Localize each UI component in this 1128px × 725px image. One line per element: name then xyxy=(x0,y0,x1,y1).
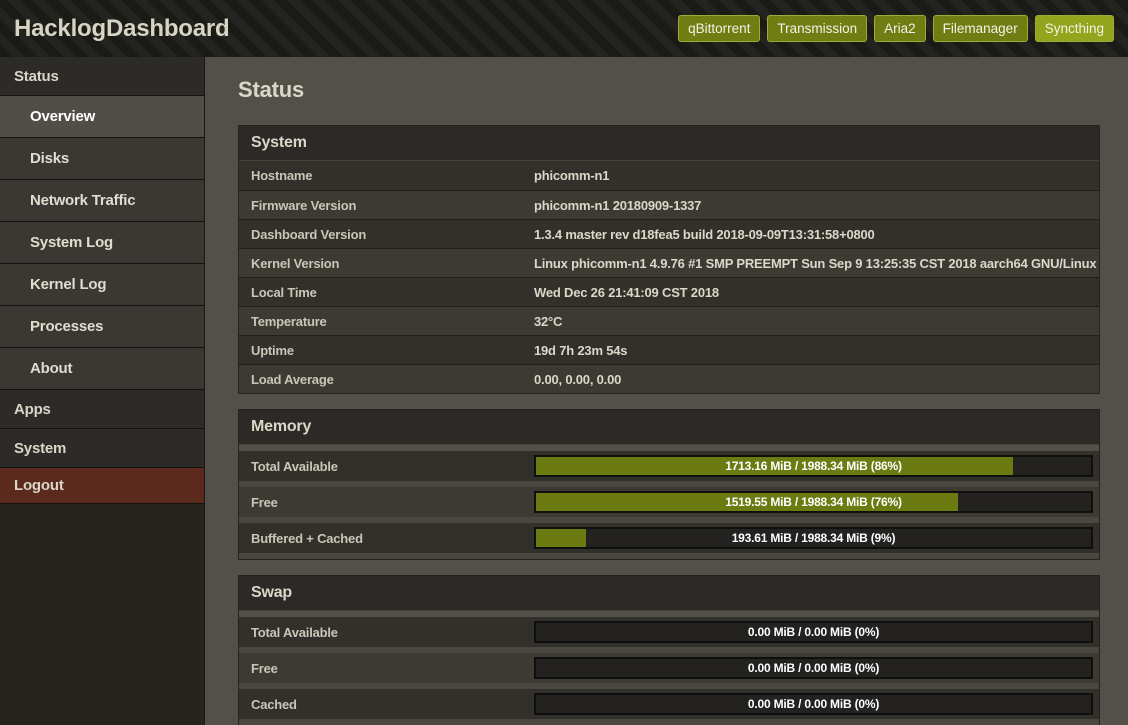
sidebar-item-system[interactable]: System xyxy=(0,429,204,468)
row-label: Dashboard Version xyxy=(239,227,534,242)
row-label: Buffered + Cached xyxy=(239,531,534,546)
row-label: Uptime xyxy=(239,343,534,358)
app-button-aria2[interactable]: Aria2 xyxy=(874,15,926,42)
bar-row: Total Available1713.16 MiB / 1988.34 MiB… xyxy=(239,451,1099,481)
app-button-transmission[interactable]: Transmission xyxy=(767,15,867,42)
table-row: Firmware Versionphicomm-n1 20180909-1337 xyxy=(239,190,1099,219)
row-value: 19d 7h 23m 54s xyxy=(534,343,1099,358)
app-button-filemanager[interactable]: Filemanager xyxy=(933,15,1028,42)
sidebar-item-apps[interactable]: Apps xyxy=(0,390,204,429)
row-label: Firmware Version xyxy=(239,198,534,213)
table-row: Load Average0.00, 0.00, 0.00 xyxy=(239,364,1099,393)
swap-panel-title: Swap xyxy=(239,576,1099,611)
app-root: HacklogDashboard qBittorrent Transmission… xyxy=(0,0,1128,725)
progress-bar: 0.00 MiB / 0.00 MiB (0%) xyxy=(534,693,1093,715)
system-panel-title: System xyxy=(239,126,1099,161)
row-label: Kernel Version xyxy=(239,256,534,271)
progress-bar: 1713.16 MiB / 1988.34 MiB (86%) xyxy=(534,455,1093,477)
app-button-syncthing[interactable]: Syncthing xyxy=(1035,15,1114,42)
sidebar-item-status[interactable]: Status xyxy=(0,57,204,96)
row-value: 32°C xyxy=(534,314,1099,329)
app-shortcut-buttons: qBittorrent Transmission Aria2 Filemanager S… xyxy=(678,15,1114,42)
memory-panel-title: Memory xyxy=(239,410,1099,445)
row-label: Temperature xyxy=(239,314,534,329)
sidebar-item-kernel-log[interactable]: Kernel Log xyxy=(0,264,204,306)
row-label: Total Available xyxy=(239,459,534,474)
memory-bars: Total Available1713.16 MiB / 1988.34 MiB… xyxy=(239,451,1099,559)
sidebar-item-processes[interactable]: Processes xyxy=(0,306,204,348)
bar-row: Cached0.00 MiB / 0.00 MiB (0%) xyxy=(239,689,1099,719)
row-value: Linux phicomm-n1 4.9.76 #1 SMP PREEMPT S… xyxy=(534,256,1099,271)
app-title: HacklogDashboard xyxy=(14,15,230,43)
sidebar: StatusOverviewDisksNetwork TrafficSystem… xyxy=(0,57,205,725)
bar-row: Total Available0.00 MiB / 0.00 MiB (0%) xyxy=(239,617,1099,647)
page-title: Status xyxy=(238,77,1100,103)
row-label: Load Average xyxy=(239,372,534,387)
row-label: Cached xyxy=(239,697,534,712)
progress-text: 0.00 MiB / 0.00 MiB (0%) xyxy=(536,695,1091,713)
swap-bars: Total Available0.00 MiB / 0.00 MiB (0%)F… xyxy=(239,617,1099,725)
bar-row: Free1519.55 MiB / 1988.34 MiB (76%) xyxy=(239,487,1099,517)
table-row: Hostnamephicomm-n1 xyxy=(239,161,1099,190)
sidebar-item-network-traffic[interactable]: Network Traffic xyxy=(0,180,204,222)
row-label: Total Available xyxy=(239,625,534,640)
row-label: Free xyxy=(239,495,534,510)
sidebar-item-about[interactable]: About xyxy=(0,348,204,390)
table-row: Temperature32°C xyxy=(239,306,1099,335)
row-label: Free xyxy=(239,661,534,676)
system-panel: System Hostnamephicomm-n1Firmware Versio… xyxy=(238,125,1100,394)
progress-bar: 0.00 MiB / 0.00 MiB (0%) xyxy=(534,657,1093,679)
sidebar-item-overview[interactable]: Overview xyxy=(0,96,204,138)
table-row: Uptime19d 7h 23m 54s xyxy=(239,335,1099,364)
memory-panel: Memory Total Available1713.16 MiB / 1988… xyxy=(238,409,1100,560)
swap-panel: Swap Total Available0.00 MiB / 0.00 MiB … xyxy=(238,575,1100,725)
sidebar-item-system-log[interactable]: System Log xyxy=(0,222,204,264)
sidebar-item-disks[interactable]: Disks xyxy=(0,138,204,180)
row-label: Hostname xyxy=(239,168,534,183)
progress-bar: 1519.55 MiB / 1988.34 MiB (76%) xyxy=(534,491,1093,513)
row-value: Wed Dec 26 21:41:09 CST 2018 xyxy=(534,285,1099,300)
topbar: HacklogDashboard qBittorrent Transmission… xyxy=(0,0,1128,57)
table-row: Local TimeWed Dec 26 21:41:09 CST 2018 xyxy=(239,277,1099,306)
sidebar-item-logout[interactable]: Logout xyxy=(0,468,204,504)
bar-row: Free0.00 MiB / 0.00 MiB (0%) xyxy=(239,653,1099,683)
row-value: 1.3.4 master rev d18fea5 build 2018-09-0… xyxy=(534,227,1099,242)
progress-text: 193.61 MiB / 1988.34 MiB (9%) xyxy=(536,529,1091,547)
progress-text: 1713.16 MiB / 1988.34 MiB (86%) xyxy=(536,457,1091,475)
progress-bar: 0.00 MiB / 0.00 MiB (0%) xyxy=(534,621,1093,643)
table-row: Dashboard Version1.3.4 master rev d18fea… xyxy=(239,219,1099,248)
progress-bar: 193.61 MiB / 1988.34 MiB (9%) xyxy=(534,527,1093,549)
system-table: Hostnamephicomm-n1Firmware Versionphicom… xyxy=(239,161,1099,393)
table-row: Kernel VersionLinux phicomm-n1 4.9.76 #1… xyxy=(239,248,1099,277)
progress-text: 1519.55 MiB / 1988.34 MiB (76%) xyxy=(536,493,1091,511)
main-layout: StatusOverviewDisksNetwork TrafficSystem… xyxy=(0,57,1128,725)
row-value: phicomm-n1 20180909-1337 xyxy=(534,198,1099,213)
progress-text: 0.00 MiB / 0.00 MiB (0%) xyxy=(536,623,1091,641)
progress-text: 0.00 MiB / 0.00 MiB (0%) xyxy=(536,659,1091,677)
row-value: 0.00, 0.00, 0.00 xyxy=(534,372,1099,387)
row-label: Local Time xyxy=(239,285,534,300)
bar-row: Buffered + Cached193.61 MiB / 1988.34 Mi… xyxy=(239,523,1099,553)
main-content: Status System Hostnamephicomm-n1Firmware… xyxy=(205,57,1128,725)
app-button-qbittorrent[interactable]: qBittorrent xyxy=(678,15,760,42)
row-value: phicomm-n1 xyxy=(534,168,1099,183)
